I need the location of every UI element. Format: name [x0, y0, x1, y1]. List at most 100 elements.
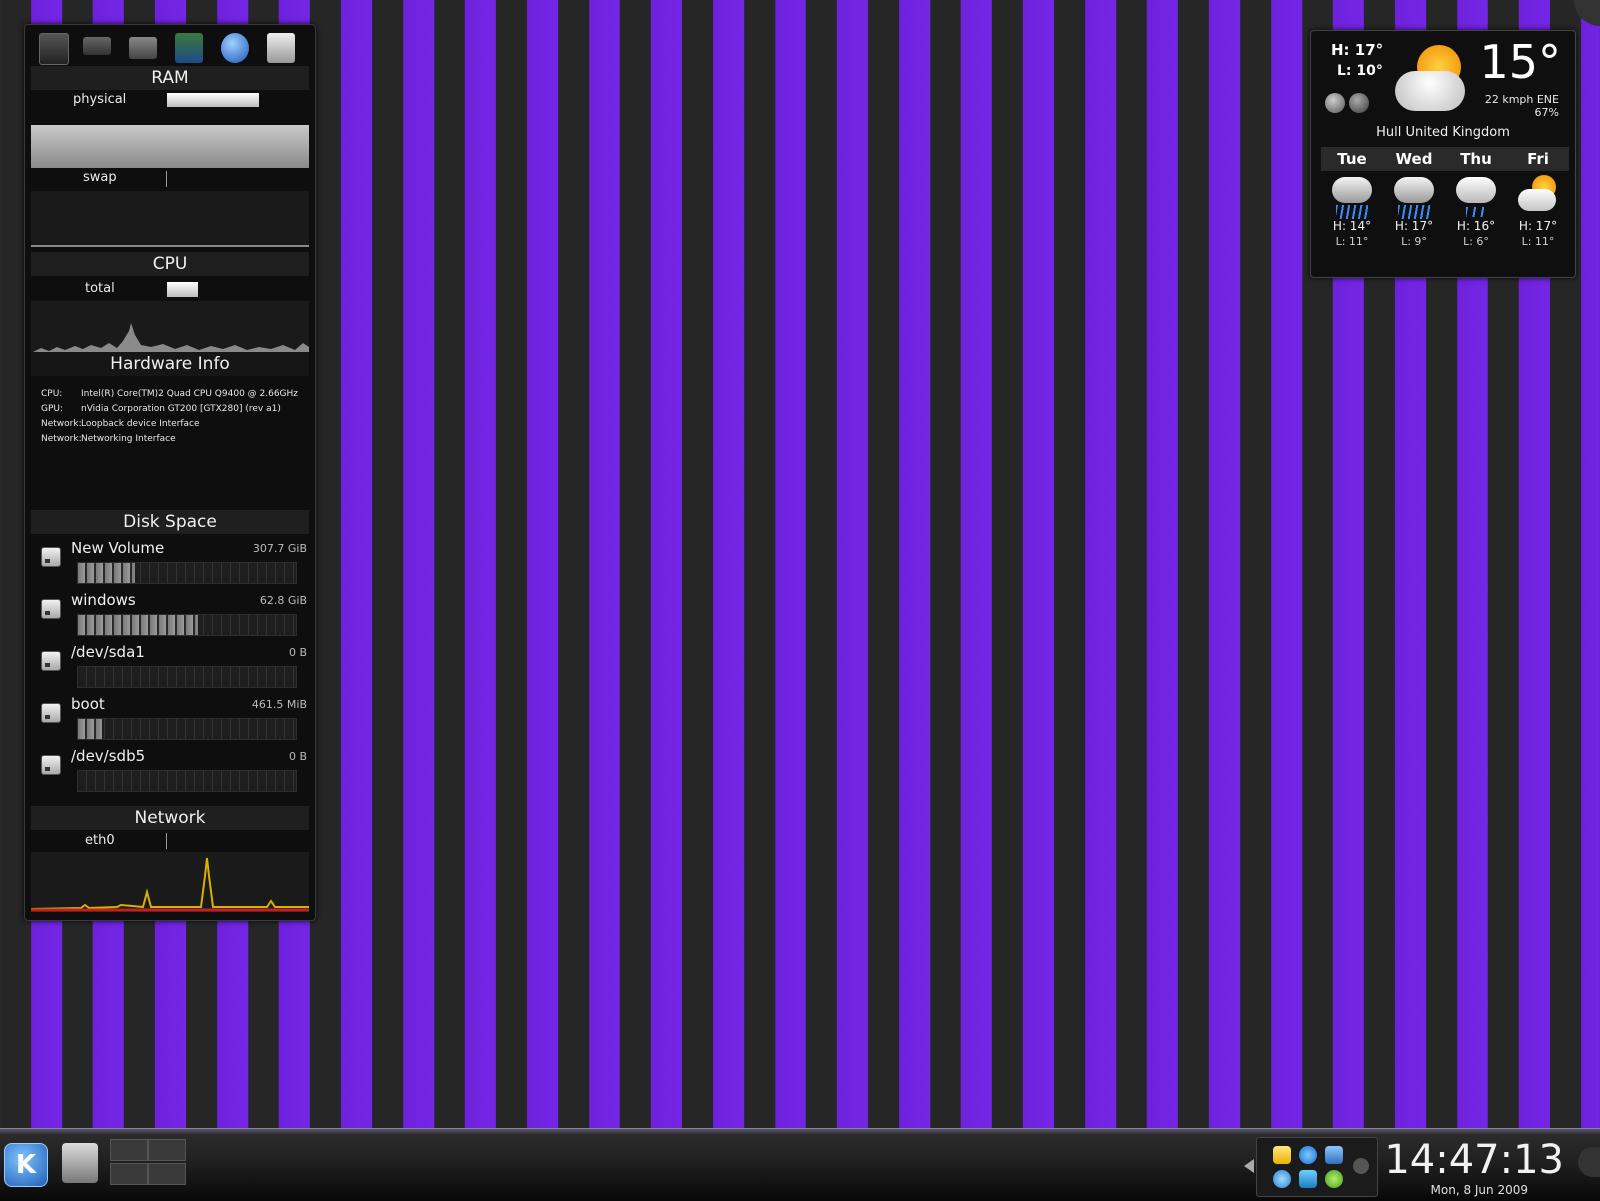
forecast-low: L: 6°: [1463, 235, 1489, 248]
pager-desktop-3[interactable]: [110, 1163, 148, 1185]
volume-icon[interactable]: [1299, 1170, 1317, 1188]
disk-usage-bar: [77, 718, 297, 740]
memory-module-icon[interactable]: [83, 37, 111, 55]
disk-usage-bar: [77, 562, 297, 584]
disk-usage-bar: [77, 770, 297, 792]
system-monitor-widget: RAM physical swap CPU total Hardware Inf…: [24, 24, 316, 921]
forecast-col: H: 17° L: 9°: [1383, 175, 1445, 248]
ram-history-graph: [31, 125, 309, 168]
cpu-total-label: total: [85, 281, 115, 296]
forecast-col: H: 17° L: 11°: [1507, 175, 1569, 248]
disk-usage-bar: [77, 614, 297, 636]
panel-toolbox-button[interactable]: [1578, 1147, 1600, 1177]
tray-expand-arrow-icon[interactable]: [1244, 1159, 1254, 1173]
bluetooth-icon[interactable]: [1299, 1146, 1317, 1164]
clock-date[interactable]: Mon, 8 Jun 2009: [1431, 1183, 1528, 1197]
disk-size: 0 B: [288, 750, 307, 763]
forecast-day: Wed: [1383, 147, 1445, 171]
drive-icon: [41, 755, 61, 775]
motherboard-info-icon[interactable]: [175, 33, 203, 63]
disk-item[interactable]: New Volume 307.7 GiB: [31, 539, 309, 589]
device-notifier-icon[interactable]: [62, 1143, 98, 1183]
forecast-low: L: 11°: [1335, 235, 1369, 248]
swap-graph-baseline: [31, 245, 309, 247]
forecast-day: Tue: [1321, 147, 1383, 171]
network-history-graph: [31, 852, 309, 912]
disk-name: /dev/sda1: [71, 643, 145, 661]
kde-launcher-icon[interactable]: K: [4, 1143, 48, 1187]
swap-history-graph: [31, 191, 309, 245]
disk-item[interactable]: /dev/sdb5 0 B: [31, 747, 309, 797]
forecast-low: L: 11°: [1521, 235, 1555, 248]
digital-clock[interactable]: 14:47:13: [1384, 1137, 1564, 1183]
hard-drive-icon[interactable]: [129, 37, 157, 59]
disk-item[interactable]: /dev/sda1 0 B: [31, 643, 309, 693]
notifications-info-icon[interactable]: [1353, 1158, 1369, 1174]
forecast-table: Tue Wed Thu Fri H: 14° L: 11° H: 17° L: …: [1321, 147, 1569, 267]
disk-name: windows: [71, 591, 136, 609]
weather-widget: H: 17° L: 10° 15° 22 kmph ENE 67% Hull U…: [1310, 30, 1576, 278]
desktop-toolbox-button[interactable]: [1574, 0, 1600, 26]
pager-desktop-1[interactable]: [110, 1139, 148, 1161]
disk-size: 461.5 MiB: [251, 698, 307, 711]
drive-icon: [41, 599, 61, 619]
disk-usage-bar: [77, 666, 297, 688]
weather-location: Hull United Kingdom: [1376, 125, 1510, 140]
disk-size: 0 B: [288, 646, 307, 659]
forecast-day: Thu: [1445, 147, 1507, 171]
wind-humidity: 22 kmph ENE 67%: [1485, 93, 1559, 119]
disk-item[interactable]: windows 62.8 GiB: [31, 591, 309, 641]
rain-cloud-icon: [1394, 175, 1434, 219]
network-globe-icon[interactable]: [221, 33, 249, 63]
network-section-title: Network: [31, 806, 309, 830]
sun-cloud-icon: [1518, 175, 1558, 219]
forecast-col: H: 14° L: 11°: [1321, 175, 1383, 248]
ram-swap-meter: [166, 171, 167, 187]
drive-icon: [41, 703, 61, 723]
cpu-total-meter: [167, 282, 198, 297]
forecast-high: H: 17°: [1394, 219, 1434, 233]
disk-name: boot: [71, 695, 105, 713]
pager-desktop-4[interactable]: [148, 1163, 186, 1185]
drive-icon: [41, 547, 61, 567]
messenger-icon[interactable]: [1325, 1170, 1343, 1188]
globe-icon[interactable]: [1349, 93, 1369, 113]
hardware-row-network-iface: Network:Networking Interface: [41, 434, 176, 444]
forecast-low: L: 9°: [1401, 235, 1427, 248]
network-iface-label: eth0: [85, 833, 115, 848]
forecast-high: H: 17°: [1518, 219, 1558, 233]
hardware-row-cpu: CPU: Intel(R) Core(TM)2 Quad CPU Q9400 @ …: [41, 389, 299, 399]
hardware-row-network-loopback: Network:Loopback device Interface: [41, 419, 200, 429]
disk-item[interactable]: boot 461.5 MiB: [31, 695, 309, 745]
ram-section-title: RAM: [31, 66, 309, 90]
disk-space-icon[interactable]: [267, 33, 295, 63]
humidity: 67%: [1534, 106, 1559, 119]
disk-usage-fill: [78, 615, 198, 635]
info-icon[interactable]: [1325, 93, 1345, 113]
disk-space-title: Disk Space: [31, 510, 309, 534]
disk-size: 307.7 GiB: [252, 542, 307, 555]
hardware-row-gpu: GPU: nVidia Corporation GT200 [GTX280] (r…: [41, 404, 281, 414]
cpu-history-graph: [31, 301, 309, 355]
drive-icon: [41, 651, 61, 671]
ram-swap-label: swap: [83, 170, 117, 185]
rain-cloud-icon: [1332, 175, 1372, 219]
wind-speed: 22 kmph ENE: [1484, 93, 1559, 106]
forecast-high: H: 14°: [1332, 219, 1372, 233]
system-tray: [1256, 1137, 1378, 1197]
network-monitor-icon[interactable]: [1325, 1146, 1343, 1164]
ram-physical-meter: [167, 93, 259, 107]
network-meter: [166, 833, 167, 849]
updates-icon[interactable]: [1273, 1170, 1291, 1188]
disk-name: /dev/sdb5: [71, 747, 146, 765]
disk-size: 62.8 GiB: [259, 594, 307, 607]
pager-desktop-2[interactable]: [148, 1139, 186, 1161]
disk-usage-fill: [78, 719, 102, 739]
disk-name: New Volume: [71, 539, 165, 557]
partly-cloudy-sun-icon: [1395, 45, 1471, 117]
forecast-day: Fri: [1507, 147, 1569, 171]
weather-high: H: 17°: [1331, 41, 1384, 59]
clipboard-icon[interactable]: [1273, 1146, 1291, 1164]
ram-physical-label: physical: [73, 92, 127, 107]
cpu-chip-icon[interactable]: [39, 33, 69, 65]
